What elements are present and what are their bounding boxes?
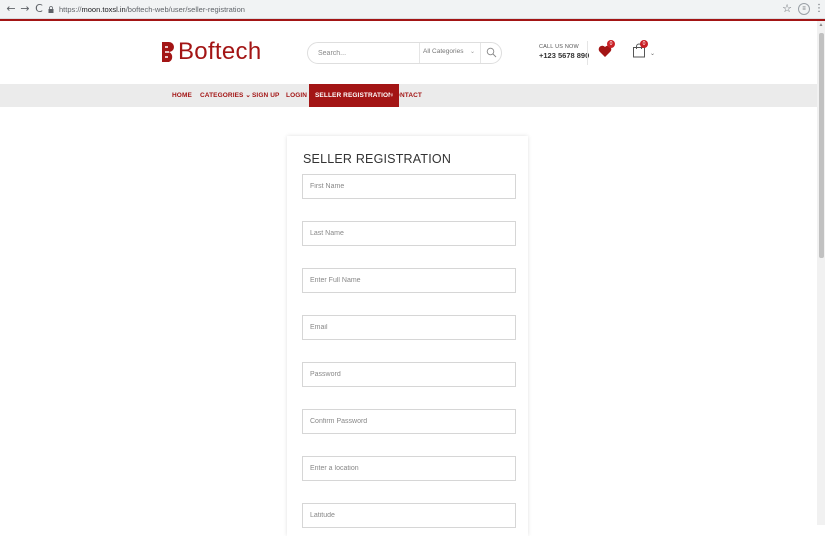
wishlist-count-badge: 0	[607, 40, 615, 48]
back-button[interactable]: ←	[4, 2, 18, 16]
chevron-down-icon: ⌄	[470, 49, 476, 55]
search-bar: All Categories ⌄	[307, 42, 502, 64]
first-name-input[interactable]	[303, 175, 515, 198]
logo-text: Boftech	[178, 38, 262, 65]
confirm-password-field	[302, 409, 516, 434]
lock-icon	[48, 6, 54, 13]
email-field	[302, 315, 516, 340]
reload-button[interactable]: C	[32, 2, 46, 16]
location-field	[302, 456, 516, 481]
first-name-field	[302, 174, 516, 199]
nav-contact[interactable]: CONTACT	[386, 84, 426, 107]
full-name-field	[302, 268, 516, 293]
main-navigation: HOME CATEGORIES ⌄ SIGN UP LOGIN SELLER R…	[0, 84, 817, 107]
confirm-password-input[interactable]	[303, 410, 515, 433]
extension-icon[interactable]: ≡	[798, 3, 810, 15]
category-select[interactable]: All Categories	[423, 48, 463, 55]
password-field	[302, 362, 516, 387]
latitude-input[interactable]	[303, 504, 515, 527]
browser-menu-icon[interactable]: ⋮	[814, 2, 824, 16]
url-domain: moon.toxsl.in	[81, 5, 126, 14]
top-accent-line	[0, 19, 825, 21]
phone-number[interactable]: +123 5678 890	[539, 51, 589, 60]
header-divider	[587, 41, 588, 65]
search-icon[interactable]	[486, 47, 497, 58]
page-title: SELLER REGISTRATION	[303, 152, 452, 166]
last-name-input[interactable]	[303, 222, 515, 245]
nav-login[interactable]: LOGIN	[282, 84, 311, 107]
search-divider	[419, 43, 420, 63]
bookmark-star-icon[interactable]: ☆	[780, 2, 794, 16]
search-input[interactable]	[318, 47, 418, 60]
latitude-field	[302, 503, 516, 528]
site-logo[interactable]: Boftech	[160, 38, 262, 65]
last-name-field	[302, 221, 516, 246]
url-prefix: https://	[59, 5, 82, 14]
email-input[interactable]	[303, 316, 515, 339]
chevron-down-icon[interactable]: ⌄	[650, 50, 655, 57]
nav-home[interactable]: HOME	[168, 84, 196, 107]
search-divider	[480, 43, 481, 63]
url-path: /boftech-web/user/seller-registration	[125, 5, 245, 14]
location-input[interactable]	[303, 457, 515, 480]
nav-sign-up[interactable]: SIGN UP	[248, 84, 283, 107]
call-us-block: CALL US NOW +123 5678 890	[539, 44, 589, 60]
scroll-up-arrow-icon[interactable]: ▲	[818, 22, 824, 28]
page-scrollbar-thumb[interactable]	[819, 33, 824, 258]
address-bar[interactable]: https://moon.toxsl.in/boftech-web/user/s…	[48, 2, 768, 17]
password-input[interactable]	[303, 363, 515, 386]
call-us-label: CALL US NOW	[539, 44, 579, 50]
cart-count-badge: 0	[640, 40, 648, 48]
forward-button[interactable]: →	[18, 2, 32, 16]
full-name-input[interactable]	[303, 269, 515, 292]
nav-categories[interactable]: CATEGORIES ⌄	[196, 84, 255, 107]
logo-mark-icon	[162, 42, 174, 62]
